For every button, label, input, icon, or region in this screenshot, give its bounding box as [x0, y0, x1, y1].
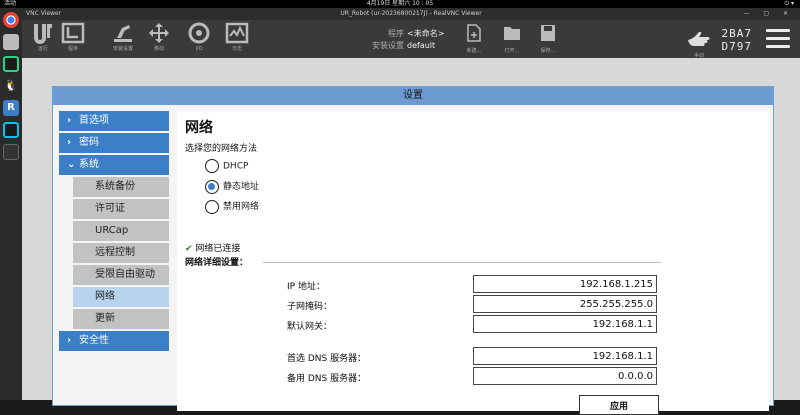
program-icon — [61, 22, 85, 44]
manual-mode-button[interactable]: 手动 — [684, 26, 714, 59]
sidebar-item-license[interactable]: 许可证 — [73, 199, 169, 219]
os-clock[interactable]: 4月19日 星期六 10 : 05 — [0, 0, 800, 8]
tab-move[interactable]: 移动 — [146, 22, 172, 56]
program-labels: 程序 安装设置 — [362, 28, 404, 52]
sidebar-item-password[interactable]: › 密码 — [59, 133, 169, 153]
ip-address-input[interactable] — [473, 275, 657, 293]
network-panel: 网络 选择您的网络方法 DHCP 静态地址 禁用网络 ✔ 网络已连接 网络详细设… — [177, 111, 769, 415]
tab-installation[interactable]: 安装设置 — [110, 22, 136, 56]
program-name: <未命名> — [407, 29, 445, 38]
radio-unchecked-icon — [205, 199, 219, 214]
open-button[interactable]: 打开... — [498, 24, 526, 54]
window-title: UR_Robot (ur-20236800217J) - RealVNC Vie… — [340, 10, 482, 17]
checkmark-icon: ✔ — [185, 244, 193, 254]
hand-icon — [688, 31, 710, 46]
dns1-label: 首选 DNS 服务器： — [287, 354, 367, 364]
os-system-menu[interactable]: ⏻ ▾ — [784, 0, 794, 8]
ip-label: IP 地址： — [287, 282, 325, 292]
vnc-icon[interactable]: R — [3, 100, 19, 116]
dialog-title: 设置 — [53, 87, 773, 105]
tab-log[interactable]: 日志 — [224, 22, 250, 56]
hamburger-menu-icon[interactable] — [766, 29, 790, 49]
robot-serial: 2BA7 D797 — [721, 27, 752, 53]
polyscope-header: 运行 程序 安装设置 移动 I/O 日志 程序 安装设置 <未命名> defau… — [22, 20, 800, 59]
chevron-down-icon: ⌄ — [67, 159, 76, 170]
radio-checked-icon — [205, 179, 219, 194]
window-controls[interactable]: — ▢ ✕ — [743, 8, 794, 20]
log-icon — [225, 22, 249, 44]
gateway-input[interactable] — [473, 315, 657, 333]
new-button[interactable]: 新建... — [460, 24, 488, 54]
pycharm-icon[interactable] — [3, 56, 19, 72]
terminal-icon[interactable] — [3, 144, 19, 160]
open-folder-icon — [504, 27, 520, 40]
settings-sidebar: › 首选项 › 密码 ⌄ 系统 系统备份 许可证 URCap 远程控制 受限自由驱动 … — [59, 111, 169, 411]
program-values: <未命名> default — [407, 28, 444, 52]
sidebar-item-urcap[interactable]: URCap — [73, 221, 169, 241]
installation-name: default — [407, 41, 436, 50]
radio-static[interactable]: 静态地址 — [205, 179, 259, 194]
sidebar-item-backup[interactable]: 系统备份 — [73, 177, 169, 197]
page-title: 网络 — [185, 120, 213, 136]
save-icon — [541, 25, 555, 41]
gateway-label: 默认网关： — [287, 322, 333, 332]
radio-disabled[interactable]: 禁用网络 — [205, 199, 259, 214]
tab-io[interactable]: I/O — [186, 22, 212, 56]
method-label: 选择您的网络方法 — [185, 144, 258, 154]
pycharm-pro-icon[interactable] — [3, 122, 19, 138]
subnet-mask-input[interactable] — [473, 295, 657, 313]
os-top-bar: 活动 4月19日 星期六 10 : 05 ⏻ ▾ — [0, 0, 800, 8]
tab-program[interactable]: 程序 — [60, 22, 86, 56]
files-icon[interactable] — [3, 34, 19, 50]
sidebar-item-system[interactable]: ⌄ 系统 — [59, 155, 169, 175]
subnet-label: 子网掩码： — [287, 302, 333, 312]
new-file-icon — [467, 24, 481, 42]
details-label: 网络详细设置： — [185, 258, 249, 268]
sidebar-item-network[interactable]: 网络 — [73, 287, 169, 307]
chevron-right-icon: › — [67, 137, 72, 148]
dock: 🐧 R — [0, 8, 22, 400]
settings-dialog: 设置 › 首选项 › 密码 ⌄ 系统 系统备份 许可证 URCap 远程控制 受限自由… — [52, 86, 774, 415]
installation-icon — [114, 25, 132, 42]
preferred-dns-input[interactable] — [473, 347, 657, 365]
alternate-dns-input[interactable] — [473, 367, 657, 385]
dns2-label: 备用 DNS 服务器： — [287, 374, 367, 384]
vnc-title-bar: VNC Viewer UR_Robot (ur-20236800217J) - … — [22, 8, 800, 20]
installation-label: 安装设置 — [372, 41, 404, 50]
connection-status: ✔ 网络已连接 — [185, 244, 241, 254]
tab-run[interactable]: 运行 — [30, 22, 56, 56]
sidebar-item-preferences[interactable]: › 首选项 — [59, 111, 169, 131]
run-icon — [34, 24, 52, 44]
program-label: 程序 — [388, 29, 404, 38]
sidebar-item-safety[interactable]: › 安全性 — [59, 331, 169, 351]
sidebar-item-freedrive[interactable]: 受限自由驱动 — [73, 265, 169, 285]
chevron-right-icon: › — [67, 115, 72, 126]
radio-dhcp[interactable]: DHCP — [205, 159, 248, 173]
io-icon — [188, 22, 210, 44]
apply-button[interactable]: 应用 — [579, 395, 659, 415]
sidebar-item-remote-control[interactable]: 远程控制 — [73, 243, 169, 263]
radio-unchecked-icon — [205, 159, 219, 173]
save-button[interactable]: 保存... — [534, 24, 562, 54]
penguin-icon[interactable]: 🐧 — [3, 78, 19, 94]
chrome-icon[interactable] — [3, 12, 19, 28]
sidebar-item-update[interactable]: 更新 — [73, 309, 169, 329]
divider — [263, 262, 661, 263]
workspace: 设置 › 首选项 › 密码 ⌄ 系统 系统备份 许可证 URCap 远程控制 受限自由… — [22, 58, 800, 415]
chevron-right-icon: › — [67, 335, 72, 346]
move-icon — [149, 23, 169, 43]
